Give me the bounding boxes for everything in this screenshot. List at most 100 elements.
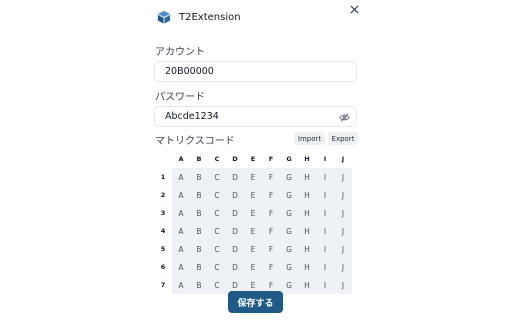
export-button[interactable]: Export bbox=[328, 132, 358, 145]
matrix-cell[interactable]: H bbox=[298, 240, 316, 258]
matrix-cell[interactable]: F bbox=[262, 222, 280, 240]
matrix-cell[interactable]: A bbox=[172, 168, 190, 186]
matrix-cell[interactable]: B bbox=[190, 204, 208, 222]
account-label: アカウント bbox=[155, 47, 205, 58]
matrix-cell[interactable]: G bbox=[280, 258, 298, 276]
row-header: 4 bbox=[160, 227, 166, 235]
matrix-cell[interactable]: E bbox=[244, 240, 262, 258]
matrix-cell[interactable]: J bbox=[334, 186, 352, 204]
matrix-cell[interactable]: I bbox=[316, 258, 334, 276]
matrix-cell[interactable]: J bbox=[334, 258, 352, 276]
matrix-cell[interactable]: C bbox=[208, 204, 226, 222]
matrix-cell[interactable]: H bbox=[298, 258, 316, 276]
matrix-cell[interactable]: J bbox=[334, 168, 352, 186]
matrix-cell[interactable]: J bbox=[334, 204, 352, 222]
matrix-cell[interactable]: I bbox=[316, 168, 334, 186]
close-icon[interactable] bbox=[347, 2, 361, 16]
matrix-cell[interactable]: A bbox=[172, 186, 190, 204]
column-header: E bbox=[250, 155, 256, 163]
row-header: 1 bbox=[160, 173, 166, 181]
row-header: 2 bbox=[160, 191, 166, 199]
matrix-cell[interactable]: I bbox=[316, 204, 334, 222]
matrix-cell[interactable]: H bbox=[298, 276, 316, 294]
row-header: 6 bbox=[160, 263, 166, 271]
matrix-row: 5ABCDEFGHIJ bbox=[154, 240, 352, 258]
app-header: T2Extension bbox=[157, 7, 241, 27]
matrix-cell[interactable]: A bbox=[172, 222, 190, 240]
row-header: 3 bbox=[160, 209, 166, 217]
matrix-cell[interactable]: D bbox=[226, 186, 244, 204]
matrix-cell[interactable]: D bbox=[226, 258, 244, 276]
matrix-cell[interactable]: I bbox=[316, 276, 334, 294]
matrix-cell[interactable]: E bbox=[244, 168, 262, 186]
matrix-cell[interactable]: G bbox=[280, 276, 298, 294]
matrix-cell[interactable]: G bbox=[280, 240, 298, 258]
matrix-label: マトリクスコード bbox=[155, 136, 235, 147]
matrix-cell[interactable]: I bbox=[316, 186, 334, 204]
matrix-cell[interactable]: E bbox=[244, 204, 262, 222]
matrix-cell[interactable]: G bbox=[280, 204, 298, 222]
column-header: G bbox=[286, 155, 292, 163]
import-button[interactable]: Import bbox=[294, 132, 325, 145]
eye-off-icon[interactable] bbox=[339, 112, 350, 123]
matrix-cell[interactable]: B bbox=[190, 168, 208, 186]
app-title: T2Extension bbox=[179, 11, 241, 23]
matrix-cell[interactable]: D bbox=[226, 168, 244, 186]
column-header: J bbox=[341, 155, 345, 163]
matrix-cell[interactable]: A bbox=[172, 204, 190, 222]
matrix-cell[interactable]: B bbox=[190, 258, 208, 276]
save-button[interactable]: 保存する bbox=[228, 291, 283, 313]
matrix-cell[interactable]: D bbox=[226, 240, 244, 258]
matrix-cell[interactable]: I bbox=[316, 222, 334, 240]
matrix-cell[interactable]: H bbox=[298, 204, 316, 222]
matrix-cell[interactable]: F bbox=[262, 186, 280, 204]
matrix-cell[interactable]: H bbox=[298, 222, 316, 240]
column-header: B bbox=[196, 155, 202, 163]
password-label: パスワード bbox=[155, 92, 205, 103]
matrix-row: 1ABCDEFGHIJ bbox=[154, 168, 352, 186]
matrix-cell[interactable]: J bbox=[334, 276, 352, 294]
matrix-cell[interactable]: C bbox=[208, 240, 226, 258]
matrix-cell[interactable]: D bbox=[226, 222, 244, 240]
matrix-cell[interactable]: F bbox=[262, 258, 280, 276]
row-header: 7 bbox=[160, 281, 166, 289]
matrix-cell[interactable]: F bbox=[262, 240, 280, 258]
matrix-row: 3ABCDEFGHIJ bbox=[154, 204, 352, 222]
column-header: I bbox=[323, 155, 327, 163]
matrix-cell[interactable]: B bbox=[190, 186, 208, 204]
matrix-cell[interactable]: C bbox=[208, 168, 226, 186]
matrix-cell[interactable]: G bbox=[280, 168, 298, 186]
matrix-cell[interactable]: E bbox=[244, 258, 262, 276]
column-header: H bbox=[304, 155, 310, 163]
matrix-cell[interactable]: F bbox=[262, 204, 280, 222]
matrix-cell[interactable]: H bbox=[298, 186, 316, 204]
account-input[interactable]: 20B00000 bbox=[154, 61, 357, 82]
matrix-header-row: A B C D E F G H I J bbox=[154, 150, 352, 168]
matrix-cell[interactable]: F bbox=[262, 168, 280, 186]
matrix-cell[interactable]: B bbox=[190, 276, 208, 294]
matrix-cell[interactable]: C bbox=[208, 222, 226, 240]
matrix-cell[interactable]: C bbox=[208, 186, 226, 204]
matrix-cell[interactable]: J bbox=[334, 222, 352, 240]
matrix-cell[interactable]: B bbox=[190, 240, 208, 258]
matrix-cell[interactable]: B bbox=[190, 222, 208, 240]
password-input[interactable]: Abcde1234 bbox=[154, 106, 357, 127]
matrix-cell[interactable]: G bbox=[280, 222, 298, 240]
matrix-cell[interactable]: E bbox=[244, 222, 262, 240]
matrix-cell[interactable]: G bbox=[280, 186, 298, 204]
matrix-cell[interactable]: C bbox=[208, 276, 226, 294]
matrix-cell[interactable]: E bbox=[244, 186, 262, 204]
column-header: C bbox=[214, 155, 220, 163]
matrix-cell[interactable]: A bbox=[172, 276, 190, 294]
matrix-cell[interactable]: J bbox=[334, 240, 352, 258]
row-header: 5 bbox=[160, 245, 166, 253]
matrix-cell[interactable]: C bbox=[208, 258, 226, 276]
matrix-cell[interactable]: A bbox=[172, 240, 190, 258]
matrix-cell[interactable]: I bbox=[316, 240, 334, 258]
matrix-row: 2ABCDEFGHIJ bbox=[154, 186, 352, 204]
password-value: Abcde1234 bbox=[165, 111, 219, 122]
matrix-cell[interactable]: A bbox=[172, 258, 190, 276]
matrix-cell[interactable]: D bbox=[226, 204, 244, 222]
matrix-corner bbox=[154, 150, 172, 168]
matrix-cell[interactable]: H bbox=[298, 168, 316, 186]
